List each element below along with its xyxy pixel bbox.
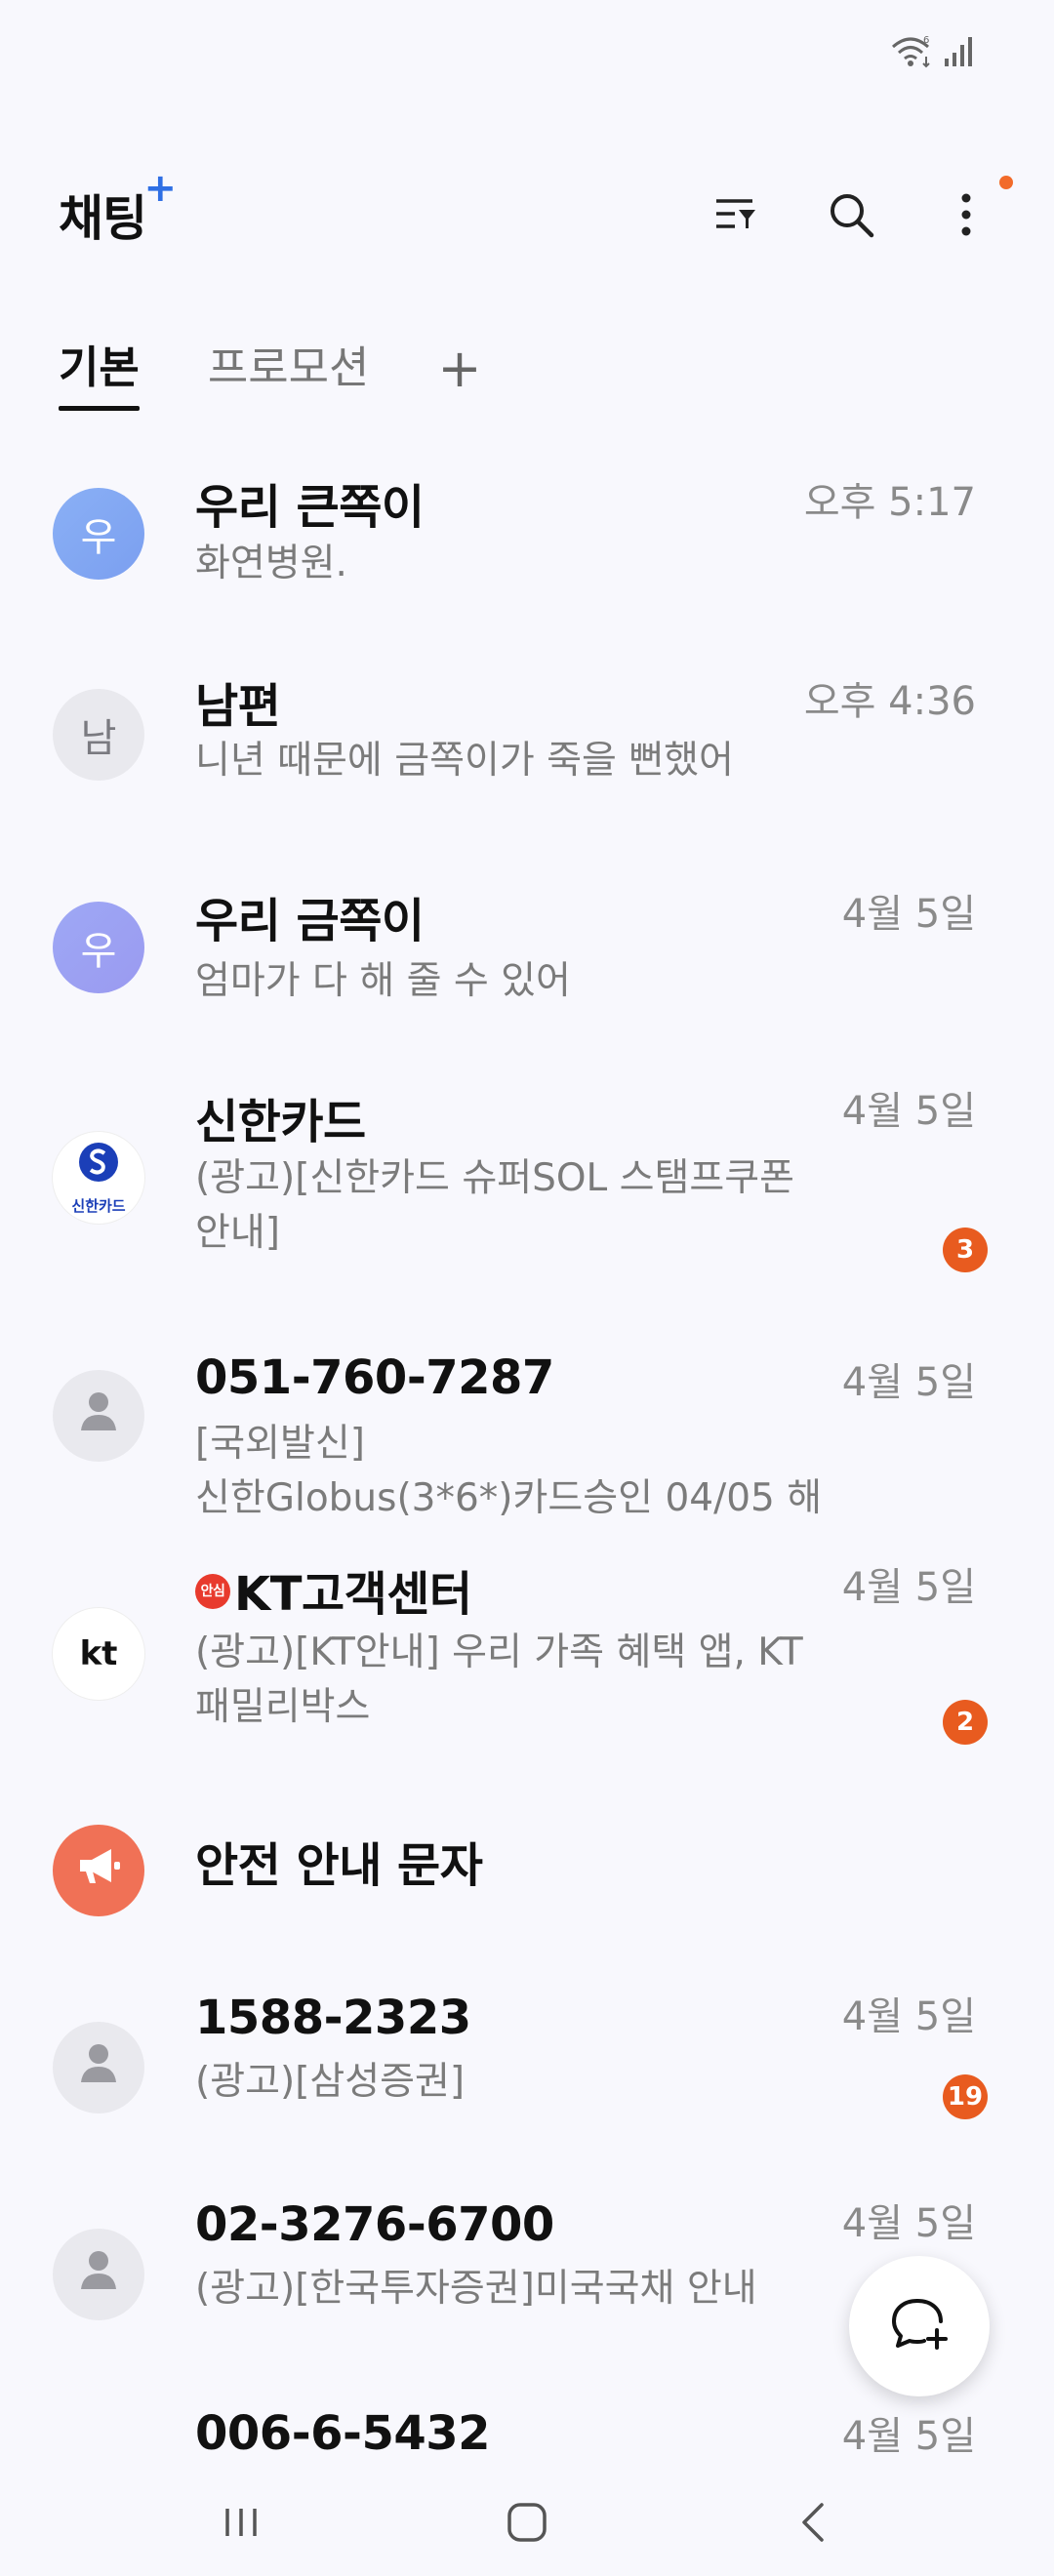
conversation-name: 006-6-5432	[195, 2406, 491, 2461]
unread-badge: 2	[943, 1700, 988, 1745]
tab-basic[interactable]: 기본	[59, 332, 140, 411]
person-icon	[79, 1389, 118, 1442]
conversation-time: 4월 5일	[841, 1565, 976, 1610]
avatar: kt	[53, 1608, 144, 1700]
conversation-name: 신한카드	[195, 1095, 366, 1149]
conversation-item[interactable]: kt 안심 KT고객센터 4월 5일 (광고)[KT안내] 우리 가족 혜택 앱,…	[0, 1551, 1054, 1766]
avatar: 신한카드	[53, 1132, 144, 1224]
wifi-6-icon: 6	[890, 33, 935, 74]
home-icon[interactable]	[488, 2483, 566, 2561]
conversation-item[interactable]: 안전 안내 문자	[0, 1805, 1054, 1961]
svg-text:6: 6	[923, 35, 929, 46]
conversation-preview: [국외발신] 신한Globus(3*6*)카드승인 04/05 해	[195, 1422, 823, 1520]
conversation-preview: (광고)[신한카드 슈퍼SOL 스탬프쿠폰 안내]	[195, 1156, 795, 1255]
conversation-item[interactable]: 신한카드 신한카드 4월 5일 (광고)[신한카드 슈퍼SOL 스탬프쿠폰 안내…	[0, 1073, 1054, 1298]
conversation-preview: (광고)[KT안내] 우리 가족 혜택 앱, KT 패밀리박스	[195, 1630, 803, 1729]
conversation-time: 4월 5일	[841, 1360, 976, 1405]
unread-badge: 19	[943, 2074, 988, 2119]
conversation-name: 1588-2323	[195, 1991, 471, 2045]
page-title: 채팅 +	[59, 166, 177, 250]
notification-dot	[999, 176, 1013, 189]
conversation-item[interactable]: 006-6-5432 4월 5일	[0, 2400, 1054, 2469]
conversation-name: 우리 큰쪽이	[195, 480, 425, 535]
conversation-preview: (광고)[삼성증권]	[195, 2060, 466, 2104]
kt-logo-icon: kt	[79, 1634, 118, 1673]
conversation-name-text: KT고객센터	[234, 1567, 472, 1622]
tab-promotion[interactable]: 프로모션	[208, 332, 370, 405]
conversation-item[interactable]: 우 우리 금쪽이 4월 5일 엄마가 다 해 줄 수 있어	[0, 878, 1054, 1064]
page-title-text: 채팅	[59, 190, 147, 247]
conversation-item[interactable]: 우 우리 큰쪽이 오후 5:17 화연병원.	[0, 459, 1054, 644]
conversation-name: 남편	[195, 679, 281, 734]
new-chat-button[interactable]	[849, 2256, 990, 2396]
signal-icon	[943, 35, 976, 72]
shinhan-logo-icon	[74, 1141, 123, 1193]
recents-icon[interactable]	[202, 2483, 280, 2561]
header-actions	[707, 176, 1013, 244]
conversation-name: 우리 금쪽이	[195, 894, 425, 948]
filter-icon[interactable]	[707, 185, 765, 244]
conversation-time: 오후 5:17	[803, 480, 976, 525]
conversation-preview: 화연병원.	[195, 542, 347, 585]
avatar: 남	[53, 689, 144, 781]
title-plus-mark: +	[143, 166, 177, 211]
back-icon[interactable]	[774, 2483, 852, 2561]
unread-badge: 3	[943, 1228, 988, 1272]
person-icon	[79, 2041, 118, 2094]
system-nav-bar	[0, 2469, 1054, 2576]
conversation-time: 4월 5일	[841, 892, 976, 937]
avatar-label: 신한카드	[71, 1196, 126, 1215]
conversation-time: 4월 5일	[841, 2201, 976, 2246]
avatar	[53, 1825, 144, 1916]
conversation-name: 02-3276-6700	[195, 2197, 554, 2252]
conversation-name: 안전 안내 문자	[195, 1838, 483, 1893]
avatar: 우	[53, 488, 144, 580]
conversation-item[interactable]: 남 남편 오후 4:36 니년 때문에 금쪽이가 죽을 뻔했어	[0, 660, 1054, 845]
conversation-time: 4월 5일	[841, 1089, 976, 1134]
conversation-item[interactable]: 051-760-7287 4월 5일 [국외발신] 신한Globus(3*6*)…	[0, 1347, 1054, 1542]
conversation-name: 안심 KT고객센터	[195, 1555, 472, 1624]
person-icon	[79, 2248, 118, 2301]
search-icon[interactable]	[822, 185, 880, 244]
add-tab-button[interactable]: +	[437, 342, 481, 405]
avatar	[53, 1370, 144, 1462]
status-bar: 6	[890, 29, 976, 78]
conversation-time: 4월 5일	[841, 1994, 976, 2039]
megaphone-icon	[74, 1844, 123, 1897]
tab-bar: 기본 프로모션 +	[59, 327, 482, 411]
avatar: 우	[53, 902, 144, 993]
conversation-preview: 니년 때문에 금쪽이가 죽을 뻔했어	[195, 739, 734, 783]
safe-sender-badge-icon: 안심	[195, 1574, 230, 1609]
new-chat-icon	[888, 2295, 951, 2357]
conversation-name: 051-760-7287	[195, 1350, 554, 1405]
conversation-time: 4월 5일	[841, 2414, 976, 2459]
messages-screen: 6 채팅 + 기본 프로모션 + 우 우리 큰쪽이 오후 5:17 화연병원. …	[0, 0, 1054, 2576]
more-options-icon[interactable]	[937, 176, 1013, 244]
avatar	[53, 2229, 144, 2320]
conversation-preview: (광고)[한국투자증권]미국국채 안내	[195, 2267, 757, 2311]
conversation-time: 오후 4:36	[803, 679, 976, 724]
conversation-item[interactable]: 1588-2323 4월 5일 (광고)[삼성증권] 19	[0, 1981, 1054, 2176]
app-header: 채팅 +	[59, 166, 1013, 254]
avatar	[53, 2022, 144, 2113]
conversation-preview: 엄마가 다 해 줄 수 있어	[195, 959, 571, 1003]
